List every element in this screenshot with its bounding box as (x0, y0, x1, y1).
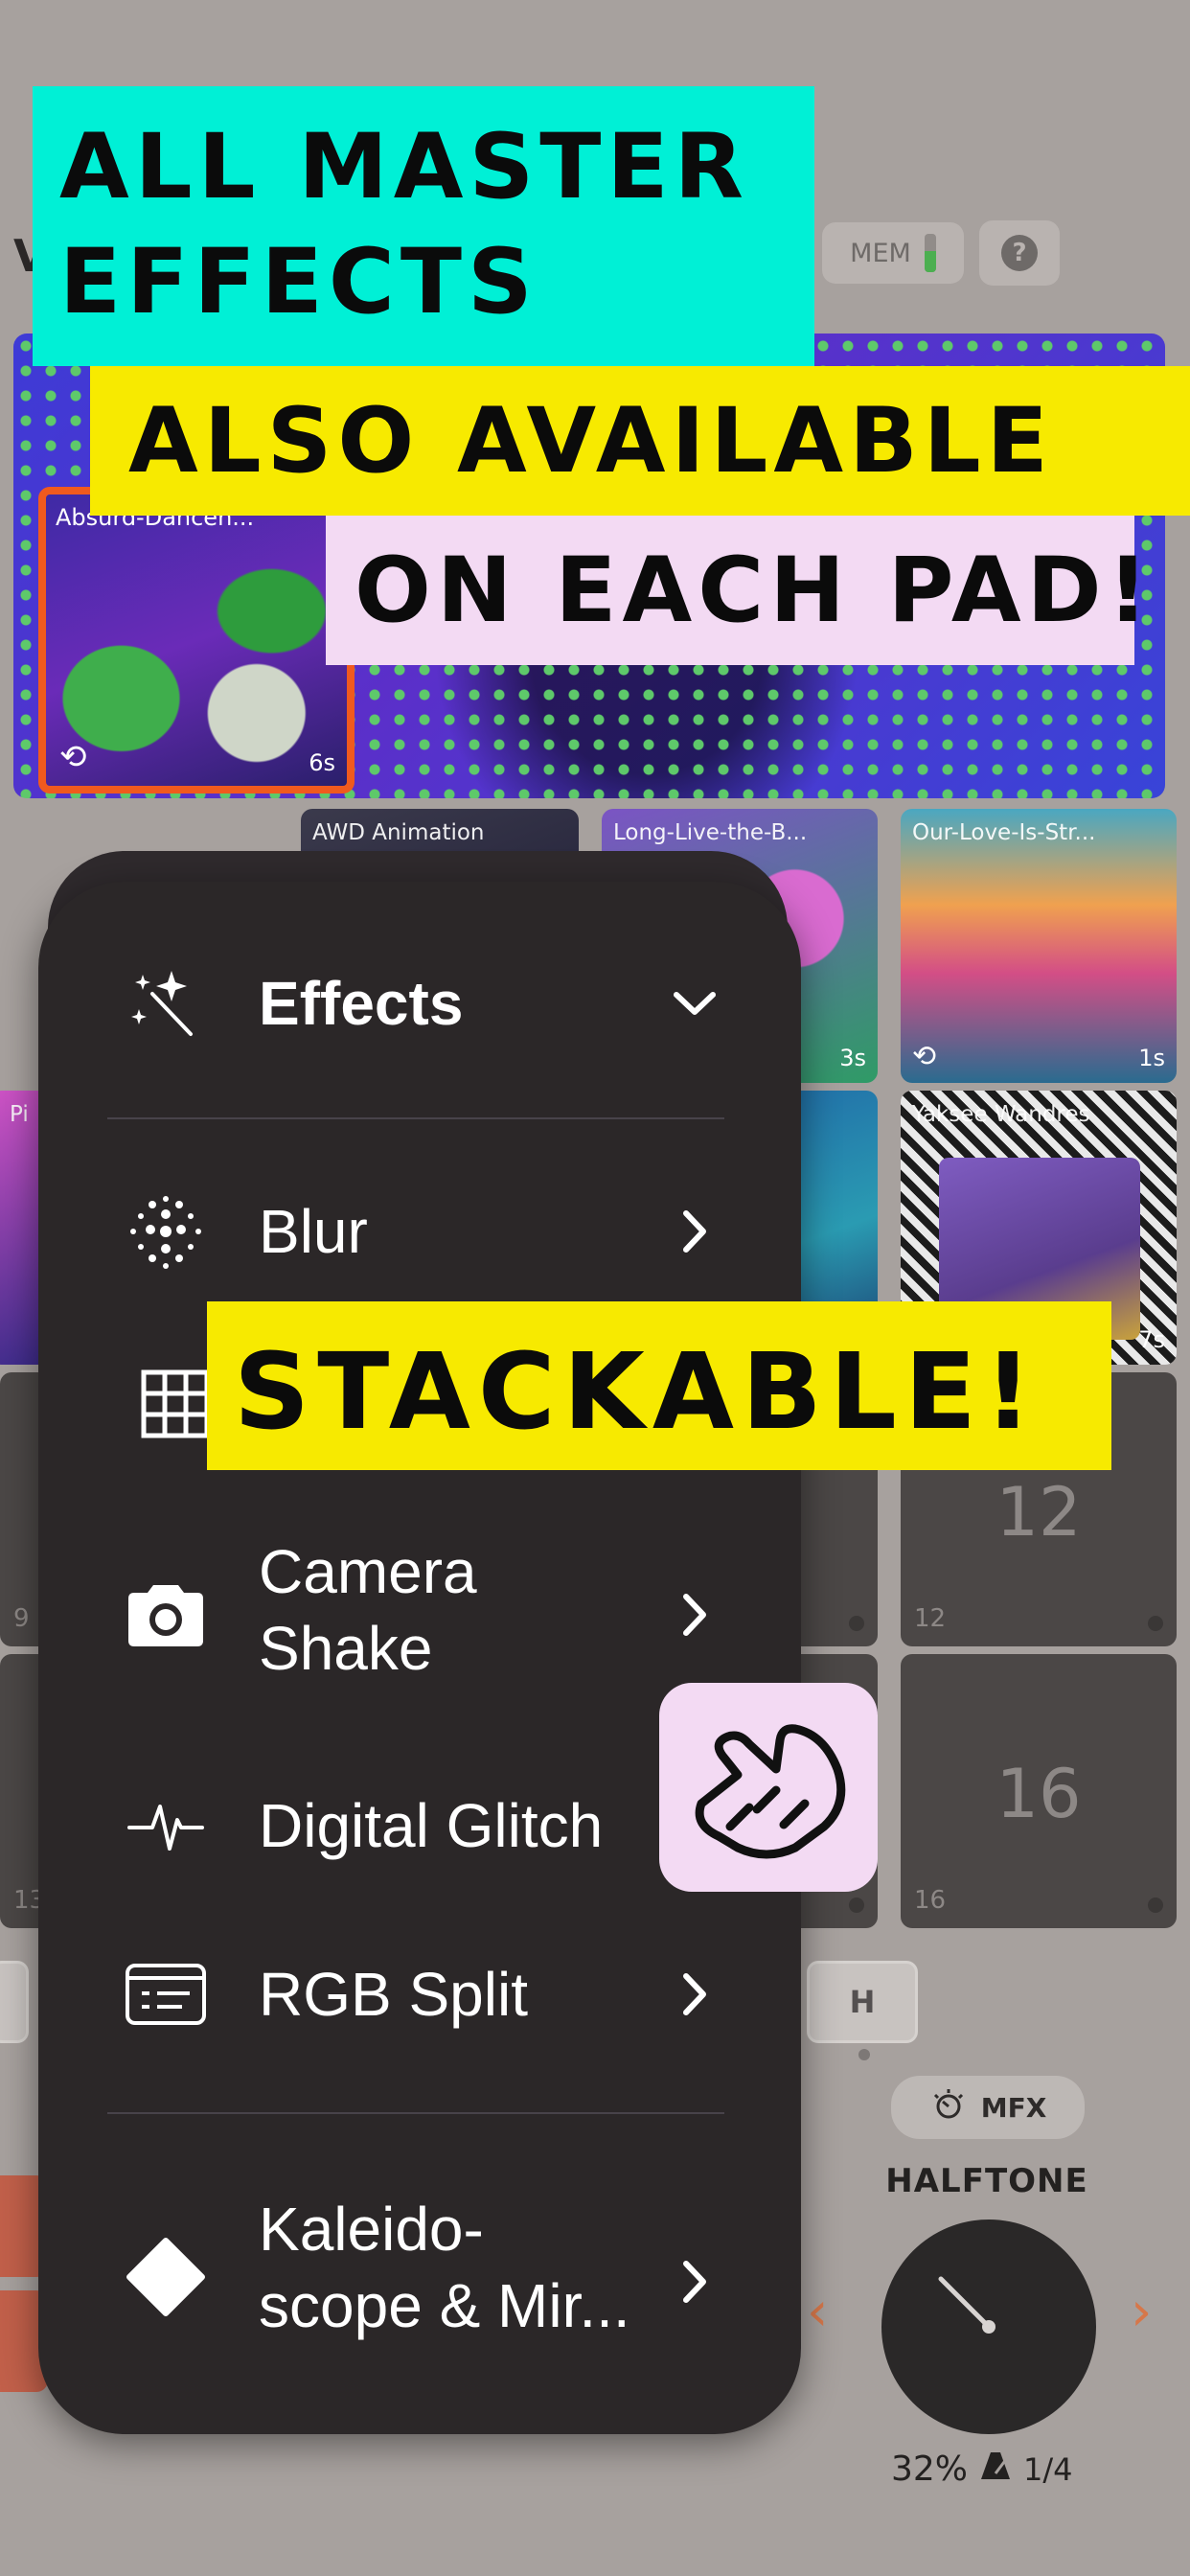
promo-banner-bottom: ON EACH PAD! (326, 516, 1149, 665)
promo-banner-middle: ALSO AVAILABLE (90, 366, 1190, 516)
promo-banner-top: ALL MASTER EFFECTS (33, 86, 814, 366)
mem-level-meter (924, 234, 936, 272)
mfx-effect-name: HALFTONE (885, 2162, 1088, 2200)
clip-title: Our-Love-Is-Str... (912, 820, 1096, 845)
clip-duration: 3s (839, 1045, 866, 1071)
mfx-button[interactable]: MFX (891, 2076, 1085, 2139)
clip-title: AWD Animation (312, 820, 485, 845)
mfx-prev-arrow[interactable]: ‹ (807, 2281, 828, 2343)
mfx-sync: 1/4 (1023, 2450, 1073, 2488)
clip-title: Pi (10, 1102, 29, 1127)
camera-icon (123, 1572, 209, 1658)
menu-item-label: Kaleido- scope & Mir... (259, 2195, 630, 2340)
effects-menu[interactable]: Effects Blur Camera Shake Digital Glitch… (38, 882, 801, 2434)
pointing-hand-icon (695, 1724, 846, 1859)
menu-item-camera-shake[interactable]: Camera Shake (38, 1533, 801, 1696)
memory-indicator[interactable]: MEM (822, 222, 964, 284)
menu-item-label: Camera Shake (259, 1537, 477, 1683)
clip-title: Yaksee Wandres (912, 1102, 1090, 1127)
promo-line-4: ON EACH PAD! (355, 539, 1155, 643)
pad-big-number: 16 (995, 1755, 1082, 1833)
menu-divider (107, 1117, 724, 1119)
loop-icon: ⟲ (912, 1040, 937, 1073)
help-icon: ? (1001, 235, 1038, 271)
menu-item-label: Blur (259, 1197, 368, 1266)
stackable-label: STACKABLE! (234, 1330, 1041, 1453)
mfx-label: MFX (980, 2091, 1047, 2124)
mfx-percent: 32% (891, 2450, 969, 2489)
pad-status-dot (1148, 1898, 1163, 1913)
pad-16[interactable]: 16 16 (901, 1654, 1177, 1928)
tap-hint-card (659, 1683, 878, 1892)
promo-line-2: EFFECTS (59, 230, 538, 334)
menu-item-rgb-split[interactable]: RGB Split (38, 1951, 801, 2037)
effects-header[interactable]: Effects (38, 960, 801, 1046)
clip-tile[interactable]: Our-Love-Is-Str... ⟲ 1s (901, 809, 1177, 1083)
chevron-right-icon (671, 2253, 719, 2311)
stackable-banner: STACKABLE! (207, 1301, 1111, 1470)
preview-thumbnail[interactable]: Absurd-Dancen... ⟲ 6s (38, 487, 355, 794)
menu-item-label: RGB Split (259, 1960, 528, 2029)
pad-status-dot (849, 1898, 864, 1913)
thumbnail-duration: 6s (309, 749, 335, 776)
mfx-readout: 32% 1/4 (891, 2449, 1073, 2490)
pad-number: 16 (914, 1886, 947, 1915)
clip-duration: 7s (1138, 1326, 1165, 1353)
promo-line-1: ALL MASTER (59, 115, 749, 219)
menu-item-label: Digital Glitch (259, 1791, 604, 1860)
bank-key-h[interactable]: H (807, 1961, 918, 2043)
grid-icon (132, 1361, 218, 1447)
clip-duration: 1s (1138, 1045, 1165, 1071)
mfx-next-arrow[interactable]: › (1131, 2281, 1152, 2343)
clip-title: Long-Live-the-B... (613, 820, 808, 845)
pad-number: 12 (914, 1604, 947, 1633)
pad-status-dot (1148, 1616, 1163, 1631)
mfx-knob[interactable] (881, 2220, 1096, 2434)
metronome-icon (977, 2449, 1014, 2490)
promo-line-3: ALSO AVAILABLE (128, 389, 1054, 494)
pulse-icon (123, 1782, 209, 1869)
pad-number: 9 (13, 1604, 30, 1633)
blur-dots-icon (123, 1188, 209, 1275)
menu-item-kaleidoscope[interactable]: Kaleido- scope & Mir... (38, 2191, 801, 2363)
magic-wand-icon (123, 960, 209, 1046)
chevron-right-icon (671, 1586, 719, 1644)
bank-indicator-dot (858, 2049, 870, 2060)
chevron-right-icon (671, 1203, 719, 1260)
rgb-split-icon (123, 1951, 209, 2037)
diamond-icon (123, 2234, 209, 2320)
chevron-down-icon[interactable] (671, 975, 719, 1032)
chevron-right-icon (671, 1966, 719, 2023)
timer-icon (929, 2085, 968, 2130)
pad-big-number: 12 (995, 1473, 1082, 1552)
help-button[interactable]: ? (979, 220, 1060, 286)
menu-divider (107, 2112, 724, 2114)
mem-label: MEM (850, 238, 911, 268)
loop-icon: ⟲ (59, 738, 87, 776)
effects-header-label: Effects (259, 969, 464, 1038)
bank-key-left[interactable] (0, 1961, 29, 2043)
knob-pointer-icon (938, 2276, 995, 2334)
pad-status-dot (849, 1616, 864, 1631)
menu-item-blur[interactable]: Blur (38, 1188, 801, 1275)
